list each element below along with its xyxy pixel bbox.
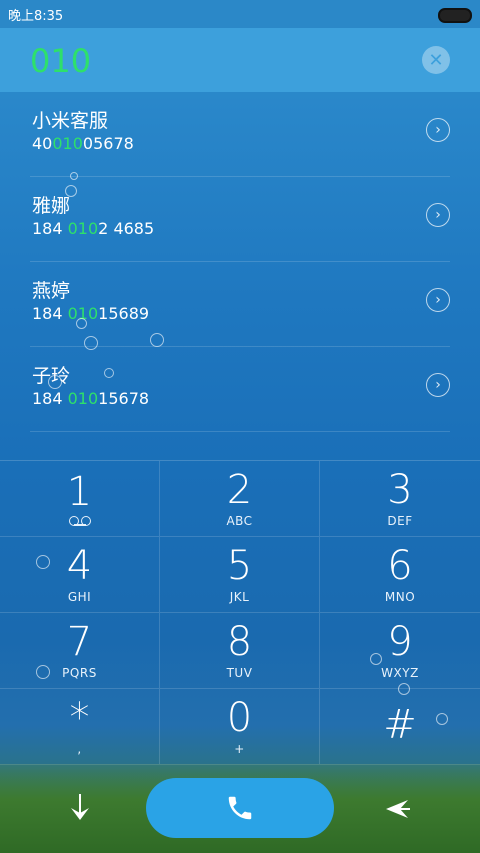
key-digit: 0 [226, 694, 253, 741]
key-letters: MNO [384, 589, 416, 604]
key-star[interactable]: * , [0, 689, 160, 765]
key-letters: PQRS [62, 665, 97, 680]
contact-name: 雅娜 [32, 195, 71, 217]
key-letters: + [234, 741, 245, 756]
key-5[interactable]: 5 JKL [160, 537, 320, 613]
bubble-decoration [150, 333, 164, 347]
key-digit: 7 [66, 618, 93, 665]
key-letters: TUV [226, 665, 253, 680]
key-digit: 8 [226, 618, 253, 665]
battery-icon [438, 8, 472, 23]
key-3[interactable]: 3 DEF [320, 461, 480, 537]
key-digit: # [383, 701, 417, 748]
close-icon: ✕ [428, 49, 444, 71]
contact-row[interactable]: 燕婷 184 01015689 › [30, 262, 450, 347]
backspace-button[interactable] [384, 796, 410, 822]
contact-row[interactable]: 子玲 184 01015678 › [30, 347, 450, 432]
chevron-right-icon[interactable]: › [426, 373, 450, 397]
key-letters: WXYZ [381, 665, 419, 680]
clear-button[interactable]: ✕ [422, 46, 450, 74]
key-9[interactable]: 9 WXYZ [320, 613, 480, 689]
bubble-decoration [84, 336, 98, 350]
chevron-right-icon[interactable]: › [426, 288, 450, 312]
bubble-decoration [76, 318, 87, 329]
contact-number: 184 0102 4685 [32, 219, 155, 238]
voicemail-icon [68, 515, 91, 526]
bottom-bar [0, 764, 480, 853]
bubble-decoration [104, 368, 114, 378]
key-1[interactable]: 1 [0, 461, 160, 537]
key-digit: 4 [66, 542, 93, 589]
contact-number: 4001005678 [32, 134, 134, 153]
status-bar: 晚上8:35 [0, 0, 480, 28]
key-digit: 3 [387, 466, 413, 513]
key-digit: 6 [387, 542, 413, 589]
key-letters: GHI [67, 589, 92, 604]
key-8[interactable]: 8 TUV [160, 613, 320, 689]
key-4[interactable]: 4 GHI [0, 537, 160, 613]
phone-icon [228, 796, 252, 820]
key-digit: 2 [226, 466, 253, 513]
contact-name: 燕婷 [32, 280, 71, 302]
bubble-decoration [70, 172, 78, 180]
bubble-decoration [48, 375, 62, 389]
contact-number: 184 01015689 [32, 304, 150, 323]
arrow-down-icon [71, 794, 89, 820]
key-digit: 1 [66, 468, 93, 515]
key-letters: JKL [229, 589, 250, 604]
key-letters: DEF [387, 513, 413, 528]
key-letters: , [77, 741, 82, 756]
contact-row[interactable]: 雅娜 184 0102 4685 › [30, 177, 450, 262]
key-digit: * [69, 694, 90, 741]
dial-header: 010 ✕ [0, 28, 480, 92]
contact-row[interactable]: 小米客服 4001005678 › [30, 92, 450, 177]
bubble-decoration [65, 185, 77, 197]
hide-keypad-button[interactable] [66, 794, 94, 822]
key-letters: ABC [226, 513, 253, 528]
contact-name: 小米客服 [32, 110, 109, 132]
key-0[interactable]: 0 + [160, 689, 320, 765]
chevron-right-icon[interactable]: › [426, 118, 450, 142]
call-button[interactable] [146, 778, 334, 838]
key-hash[interactable]: # [320, 689, 480, 765]
key-digit: 5 [226, 542, 253, 589]
status-time: 晚上8:35 [8, 9, 64, 24]
key-6[interactable]: 6 MNO [320, 537, 480, 613]
contact-suggestions: 小米客服 4001005678 › 雅娜 184 0102 4685 › 燕婷 … [0, 92, 480, 432]
key-digit: 9 [387, 618, 413, 665]
backspace-icon [386, 800, 410, 818]
contact-number: 184 01015678 [32, 389, 150, 408]
key-2[interactable]: 2 ABC [160, 461, 320, 537]
dial-keypad: 1 2 ABC 3 DEF 4 GHI 5 JKL 6 MNO 7 PQRS 8… [0, 460, 480, 765]
dialed-number: 010 [30, 42, 92, 80]
chevron-right-icon[interactable]: › [426, 203, 450, 227]
key-7[interactable]: 7 PQRS [0, 613, 160, 689]
